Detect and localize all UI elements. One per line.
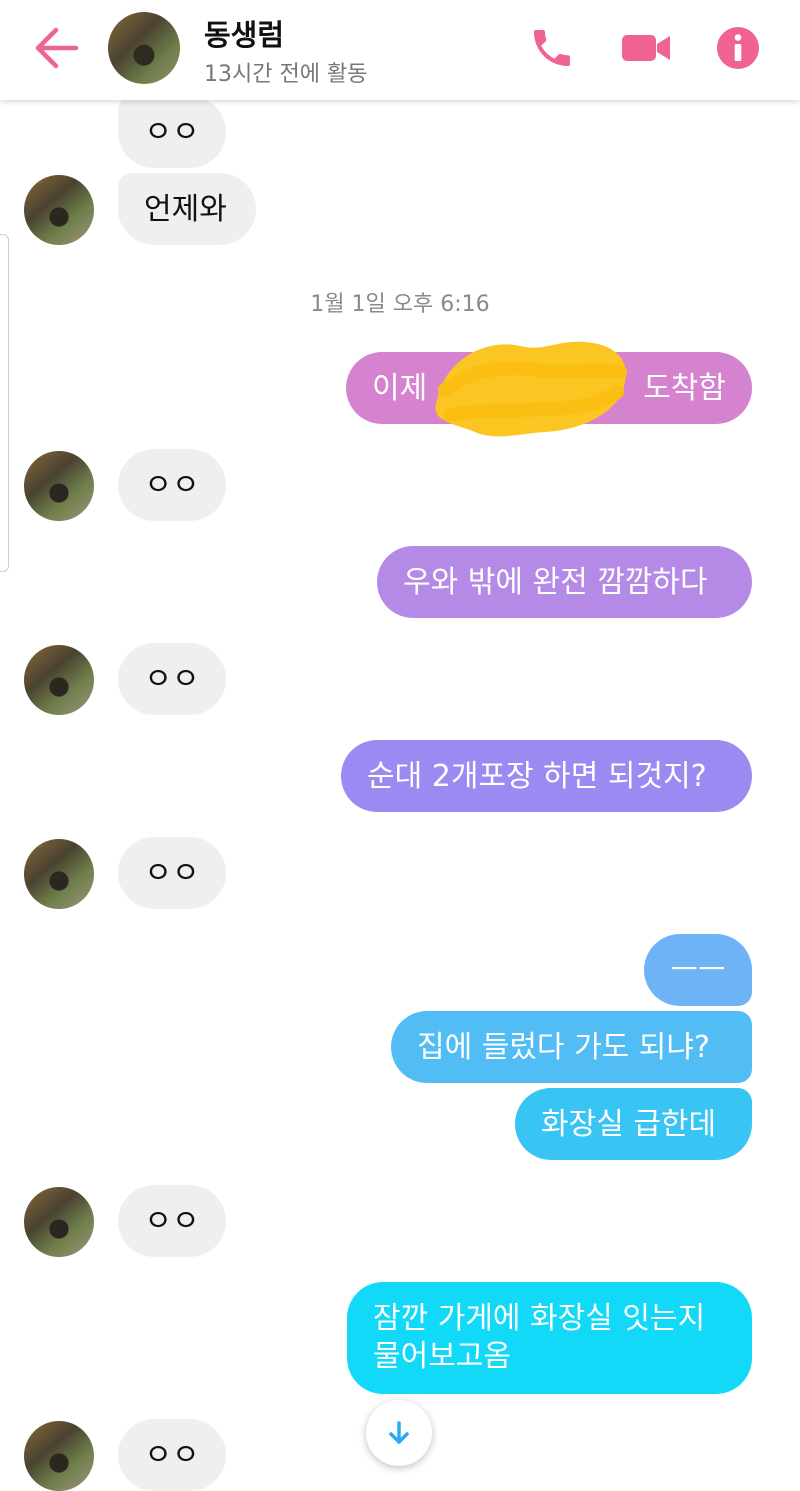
call-button[interactable]: [528, 24, 576, 72]
video-camera-icon: [622, 35, 670, 61]
contact-avatar[interactable]: [24, 645, 94, 715]
incoming-message[interactable]: 언제와: [118, 173, 256, 245]
outgoing-message[interactable]: 이제 도착함: [346, 352, 752, 424]
incoming-message[interactable]: ㅇㅇ: [118, 643, 226, 715]
contact-avatar[interactable]: [108, 12, 180, 84]
message-text: 도착함: [643, 370, 726, 406]
contact-avatar[interactable]: [24, 839, 94, 909]
message-text: ㅇㅇ: [144, 114, 200, 150]
message-text: 우와 밖에 완전 깜깜하다: [403, 564, 708, 600]
message-text: ㅇㅇ: [144, 467, 200, 503]
message-text: 물어보고옴: [373, 1339, 511, 1374]
outgoing-message[interactable]: 집에 들렀다 가도 되냐?: [391, 1011, 752, 1083]
incoming-message[interactable]: ㅇㅇ: [118, 837, 226, 909]
incoming-message[interactable]: ㅇㅇ: [118, 96, 226, 168]
back-button[interactable]: [30, 24, 82, 72]
message-text: 이제: [372, 370, 428, 406]
message-text: ㅇㅇ: [144, 661, 200, 697]
side-panel-edge: [0, 234, 9, 572]
contact-avatar[interactable]: [24, 1421, 94, 1491]
incoming-message[interactable]: ㅇㅇ: [118, 1185, 226, 1257]
message-timestamp: 1월 1일 오후 6:16: [310, 292, 490, 317]
outgoing-message[interactable]: ㅡㅡ: [644, 934, 752, 1006]
outgoing-message[interactable]: 화장실 급한데: [515, 1088, 752, 1160]
message-text: 화장실 급한데: [541, 1106, 717, 1142]
info-icon: [717, 27, 759, 69]
message-text: ㅇㅇ: [144, 1437, 200, 1473]
contact-avatar[interactable]: [24, 451, 94, 521]
chat-header: 동생럼 13시간 전에 활동: [0, 0, 800, 100]
incoming-message[interactable]: ㅇㅇ: [118, 1419, 226, 1491]
scroll-to-bottom-button[interactable]: [366, 1400, 432, 1466]
outgoing-message[interactable]: 잠깐 가게에 화장실 잇는지 물어보고옴: [347, 1282, 752, 1394]
outgoing-message[interactable]: 순대 2개포장 하면 되것지?: [341, 740, 752, 812]
message-text: ㅇㅇ: [144, 855, 200, 891]
contact-status: 13시간 전에 활동: [204, 62, 368, 87]
phone-icon: [534, 30, 570, 66]
incoming-message[interactable]: ㅇㅇ: [118, 449, 226, 521]
message-text: ㅡㅡ: [670, 952, 726, 988]
contact-avatar[interactable]: [24, 1187, 94, 1257]
contact-avatar[interactable]: [24, 175, 94, 245]
arrow-left-icon: [35, 27, 79, 69]
outgoing-message[interactable]: 우와 밖에 완전 깜깜하다: [377, 546, 752, 618]
message-text: 언제와: [144, 191, 227, 227]
message-text: 순대 2개포장 하면 되것지?: [367, 758, 707, 794]
contact-name[interactable]: 동생럼: [204, 12, 284, 54]
message-text: ㅇㅇ: [144, 1203, 200, 1239]
message-text: 잠깐 가게에 화장실 잇는지: [373, 1301, 706, 1336]
message-text: 집에 들렀다 가도 되냐?: [417, 1029, 710, 1065]
info-button[interactable]: [714, 24, 762, 72]
arrow-down-icon: [389, 1421, 409, 1444]
video-call-button[interactable]: [620, 24, 672, 72]
